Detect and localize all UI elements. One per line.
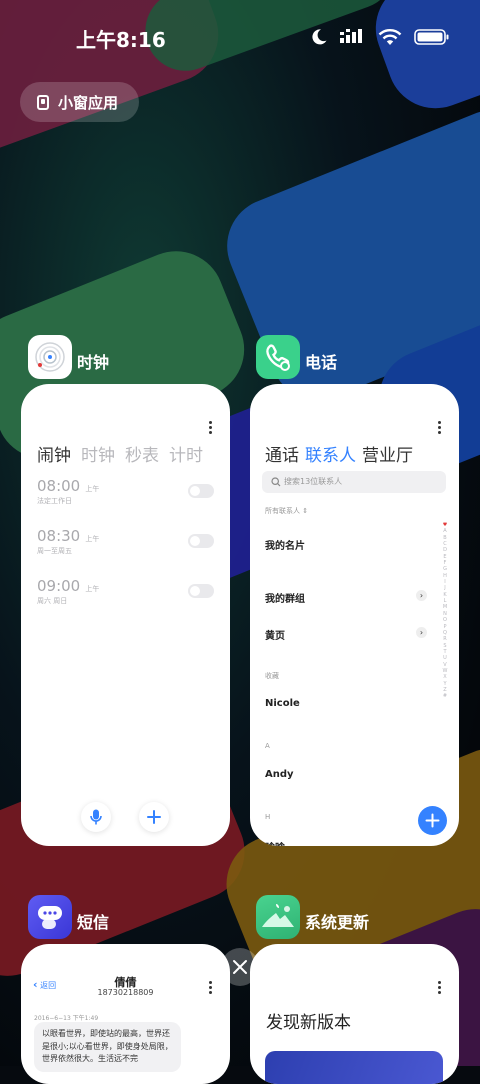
- contact-item[interactable]: Andy: [265, 769, 294, 780]
- alarm-ampm: 上午: [85, 485, 100, 493]
- tab-alarm[interactable]: 闹钟: [37, 441, 71, 466]
- alarm-toggle[interactable]: [188, 584, 214, 598]
- plus-icon: [147, 810, 161, 824]
- alarm-repeat: 周一至周五: [37, 547, 72, 555]
- my-groups[interactable]: 我的群组: [265, 590, 305, 605]
- section-header: A: [265, 742, 270, 750]
- clear-all-button[interactable]: [221, 948, 259, 986]
- alarm-repeat: 周六 周日: [37, 597, 68, 605]
- search-placeholder: 搜索13位联系人: [284, 477, 343, 486]
- add-contact-button[interactable]: [418, 806, 447, 835]
- messages-app-name: 短信: [77, 913, 110, 932]
- clock-app-name: 时钟: [77, 353, 110, 372]
- conversation-number: 18730218809: [97, 988, 154, 997]
- add-alarm-button[interactable]: [139, 802, 169, 832]
- battery-icon: [414, 28, 450, 50]
- wifi-icon: [378, 28, 402, 50]
- signal-icon: [340, 28, 366, 50]
- more-options-icon[interactable]: [438, 981, 441, 996]
- phone-tabs: 通话 联系人 营业厅: [265, 441, 413, 466]
- section-header: H: [265, 813, 271, 821]
- messages-app-card[interactable]: ‹ 返回 倩倩 18730218809 2016−6−13 下午1:49 以眼看…: [21, 944, 230, 1084]
- more-options-icon[interactable]: [209, 421, 212, 436]
- phone-app-card[interactable]: 通话 联系人 营业厅 搜索13位联系人 所有联系人 ⇕ 我的名片 我的群组 › …: [250, 384, 459, 846]
- message-bubble: 以眼看世界，即使站的最高，世界还是很小;以心看世界，即使身处局限，世界依然很大。…: [34, 1022, 181, 1072]
- message-icon: [38, 906, 62, 929]
- clock-app-card[interactable]: 闹钟 时钟 秒表 计时 08:00 上午 法定工作日 08:30 上午 周一至周…: [21, 384, 230, 846]
- updater-app-card[interactable]: 发现新版本: [250, 944, 459, 1084]
- tab-clock[interactable]: 时钟: [81, 441, 115, 466]
- favorites-header: 收藏: [265, 672, 279, 680]
- contact-search-input[interactable]: 搜索13位联系人: [262, 471, 446, 493]
- plus-icon: [425, 813, 440, 828]
- message-timestamp: 2016−6−13 下午1:49: [34, 1015, 99, 1022]
- alarm-ampm: 上午: [85, 535, 100, 543]
- voice-alarm-button[interactable]: [81, 802, 111, 832]
- microphone-icon: [90, 809, 102, 825]
- tab-timer[interactable]: 计时: [169, 441, 203, 466]
- small-window-label: 小窗应用: [58, 93, 119, 112]
- tab-contacts[interactable]: 联系人: [305, 441, 356, 466]
- contact-item[interactable]: 晗晗: [265, 839, 285, 846]
- contact-item[interactable]: Nicole: [265, 698, 300, 709]
- more-options-icon[interactable]: [209, 981, 212, 996]
- all-contacts-filter[interactable]: 所有联系人 ⇕: [265, 506, 308, 516]
- status-bar: 上午8:16: [0, 0, 480, 76]
- sort-icon: ⇕: [302, 507, 309, 515]
- chevron-right-icon: ›: [416, 590, 427, 601]
- updater-app-icon[interactable]: [256, 895, 300, 939]
- alarm-time: 09:00: [37, 577, 81, 595]
- tab-calls[interactable]: 通话: [265, 441, 299, 466]
- messages-app-icon[interactable]: [28, 895, 72, 939]
- updater-app-name: 系统更新: [305, 913, 370, 932]
- chevron-right-icon: ›: [416, 627, 427, 638]
- alphabet-index[interactable]: ♥ A B C D E F G H I J K L M N O P Q R S T U V W X Y Z #: [440, 522, 450, 700]
- small-window-apps-button[interactable]: 小窗应用: [20, 82, 139, 122]
- alarm-time: 08:00: [37, 477, 81, 495]
- clock-app-icon[interactable]: [28, 335, 72, 379]
- clock-icon: [35, 342, 65, 372]
- alarm-ampm: 上午: [85, 585, 100, 593]
- yellow-pages[interactable]: 黄页: [265, 627, 285, 642]
- tab-service-hall[interactable]: 营业厅: [362, 441, 413, 466]
- phone-app-name: 电话: [305, 353, 338, 372]
- my-card[interactable]: 我的名片: [265, 537, 305, 552]
- status-time: 上午8:16: [76, 28, 166, 52]
- small-window-icon: [37, 94, 49, 110]
- update-icon: [262, 904, 294, 927]
- clock-tabs: 闹钟 时钟 秒表 计时: [37, 441, 203, 466]
- alphabet-index-letter[interactable]: #: [440, 693, 450, 699]
- close-icon: [233, 960, 247, 974]
- alarm-toggle[interactable]: [188, 484, 214, 498]
- alarm-time: 08:30: [37, 527, 81, 545]
- all-contacts-label: 所有联系人: [265, 507, 300, 515]
- tab-stopwatch[interactable]: 秒表: [125, 441, 159, 466]
- version-banner: [265, 1051, 443, 1084]
- moon-icon: [310, 28, 328, 50]
- alarm-repeat: 法定工作日: [37, 497, 72, 505]
- more-options-icon[interactable]: [438, 421, 441, 436]
- phone-icon: [266, 344, 290, 371]
- phone-app-icon[interactable]: [256, 335, 300, 379]
- alarm-toggle[interactable]: [188, 534, 214, 548]
- new-version-headline: 发现新版本: [266, 1013, 351, 1033]
- search-icon: [271, 477, 281, 487]
